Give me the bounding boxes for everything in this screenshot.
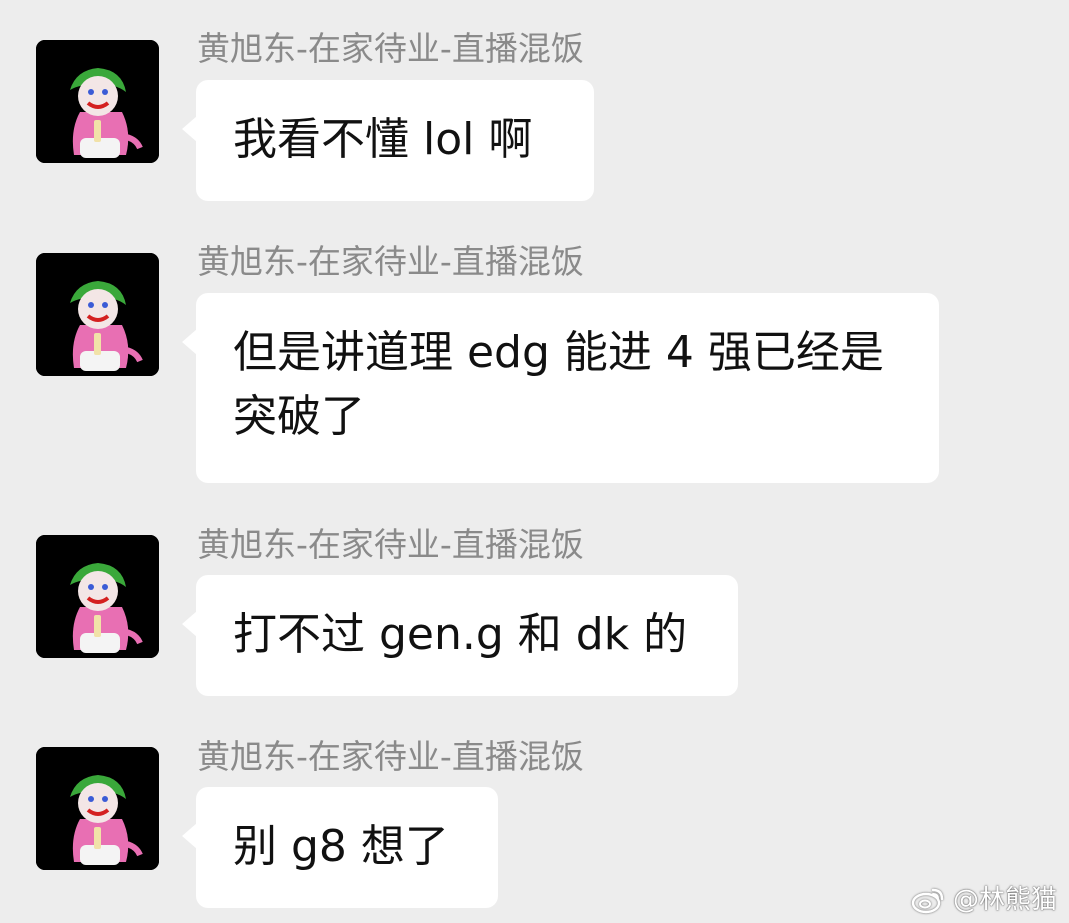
joker-avatar-image bbox=[36, 747, 159, 870]
message-bubble[interactable]: 别 g8 想了 bbox=[182, 787, 498, 908]
weibo-watermark: @林熊猫 bbox=[911, 885, 1057, 915]
message-bubble[interactable]: 但是讲道理 edg 能进 4 强已经是突破了 bbox=[182, 293, 939, 483]
joker-avatar-image bbox=[36, 40, 159, 163]
message-bubble[interactable]: 我看不懂 lol 啊 bbox=[182, 80, 594, 201]
message-bubble[interactable]: 打不过 gen.g 和 dk 的 bbox=[182, 575, 738, 696]
watermark-text: @林熊猫 bbox=[952, 885, 1057, 915]
sender-name: 黄旭东-在家待业-直播混饭 bbox=[197, 242, 584, 281]
joker-avatar-image bbox=[36, 535, 159, 658]
sender-avatar[interactable] bbox=[36, 40, 159, 163]
sender-name: 黄旭东-在家待业-直播混饭 bbox=[197, 737, 584, 776]
sender-avatar[interactable] bbox=[36, 747, 159, 870]
sender-avatar[interactable] bbox=[36, 253, 159, 376]
weibo-logo-icon bbox=[911, 886, 945, 914]
joker-avatar-image bbox=[36, 253, 159, 376]
sender-avatar[interactable] bbox=[36, 535, 159, 658]
sender-name: 黄旭东-在家待业-直播混饭 bbox=[197, 525, 584, 564]
sender-name: 黄旭东-在家待业-直播混饭 bbox=[197, 29, 584, 68]
